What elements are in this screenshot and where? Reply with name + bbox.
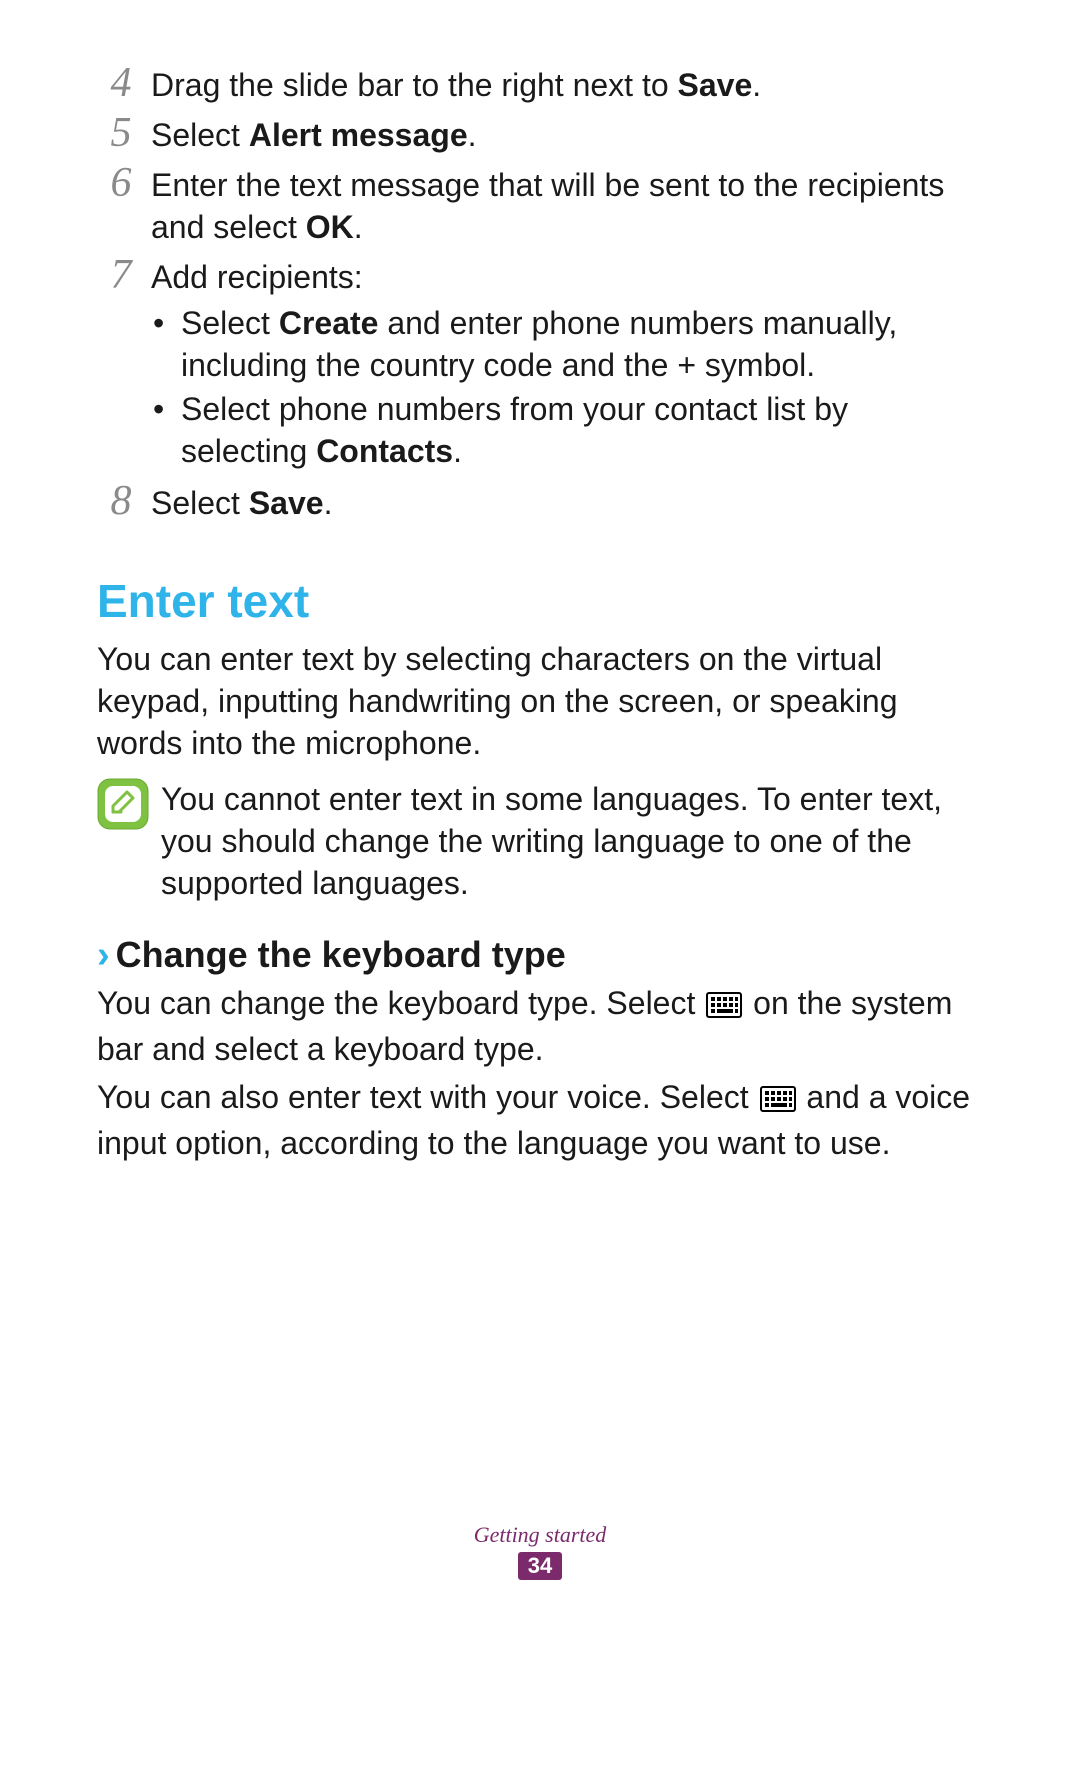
sub-bullet-list: • Select Create and enter phone numbers … bbox=[151, 302, 977, 472]
bullet-marker: • bbox=[151, 388, 181, 430]
text-fragment: Drag the slide bar to the right next to bbox=[151, 67, 678, 103]
bold-term: Save bbox=[678, 67, 753, 103]
keyboard-icon bbox=[706, 986, 742, 1028]
step-number: 6 bbox=[97, 162, 145, 204]
text-fragment: Enter the text message that will be sent… bbox=[151, 167, 944, 245]
step-6: 6 Enter the text message that will be se… bbox=[97, 162, 977, 248]
step-text: Select Save. bbox=[145, 480, 977, 524]
step-text: Drag the slide bar to the right next to … bbox=[145, 62, 977, 106]
bold-term: Contacts bbox=[316, 433, 453, 469]
bold-term: Save bbox=[249, 485, 324, 521]
text-fragment: . bbox=[324, 485, 333, 521]
bullet-text: Select Create and enter phone numbers ma… bbox=[181, 302, 977, 386]
bold-term: OK bbox=[306, 209, 354, 245]
step-number: 7 bbox=[97, 254, 145, 296]
section-intro: You can enter text by selecting characte… bbox=[97, 638, 977, 764]
step-8: 8 Select Save. bbox=[97, 480, 977, 524]
text-fragment: You can also enter text with your voice.… bbox=[97, 1079, 758, 1115]
step-number: 4 bbox=[97, 62, 145, 104]
text-fragment: Select bbox=[151, 117, 249, 153]
subheading-title: Change the keyboard type bbox=[116, 934, 566, 976]
page-number-badge: 34 bbox=[518, 1552, 562, 1580]
page-content: 4 Drag the slide bar to the right next t… bbox=[97, 62, 977, 1170]
step-text: Enter the text message that will be sent… bbox=[145, 162, 977, 248]
text-fragment: . bbox=[354, 209, 363, 245]
note-icon bbox=[97, 778, 153, 830]
bullet-marker: • bbox=[151, 302, 181, 344]
step-text: Add recipients: • Select Create and ente… bbox=[145, 254, 977, 474]
chevron-right-icon: › bbox=[97, 936, 110, 974]
bullet-text: Select phone numbers from your contact l… bbox=[181, 388, 977, 472]
step-5: 5 Select Alert message. bbox=[97, 112, 977, 156]
step-4: 4 Drag the slide bar to the right next t… bbox=[97, 62, 977, 106]
paragraph: You can change the keyboard type. Select… bbox=[97, 982, 977, 1070]
footer-section-label: Getting started bbox=[0, 1522, 1080, 1548]
sub-bullet: • Select Create and enter phone numbers … bbox=[151, 302, 977, 386]
bold-term: Create bbox=[279, 305, 379, 341]
section-heading-enter-text: Enter text bbox=[97, 574, 977, 628]
step-intro: Add recipients: bbox=[151, 256, 977, 298]
step-number: 5 bbox=[97, 112, 145, 154]
note-block: You cannot enter text in some languages.… bbox=[97, 778, 977, 904]
subheading-change-keyboard-type: › Change the keyboard type bbox=[97, 934, 977, 976]
paragraph: You can also enter text with your voice.… bbox=[97, 1076, 977, 1164]
step-text: Select Alert message. bbox=[145, 112, 977, 156]
text-fragment: Select bbox=[181, 305, 279, 341]
page-footer: Getting started 34 bbox=[0, 1522, 1080, 1580]
text-fragment: . bbox=[453, 433, 462, 469]
text-fragment: Select phone numbers from your contact l… bbox=[181, 391, 848, 469]
text-fragment: Select bbox=[151, 485, 249, 521]
text-fragment: You can change the keyboard type. Select bbox=[97, 985, 704, 1021]
keyboard-icon bbox=[760, 1080, 796, 1122]
text-fragment: . bbox=[752, 67, 761, 103]
sub-bullet: • Select phone numbers from your contact… bbox=[151, 388, 977, 472]
bold-term: Alert message bbox=[249, 117, 468, 153]
step-number: 8 bbox=[97, 480, 145, 522]
note-text: You cannot enter text in some languages.… bbox=[153, 778, 977, 904]
text-fragment: . bbox=[468, 117, 477, 153]
step-7: 7 Add recipients: • Select Create and en… bbox=[97, 254, 977, 474]
